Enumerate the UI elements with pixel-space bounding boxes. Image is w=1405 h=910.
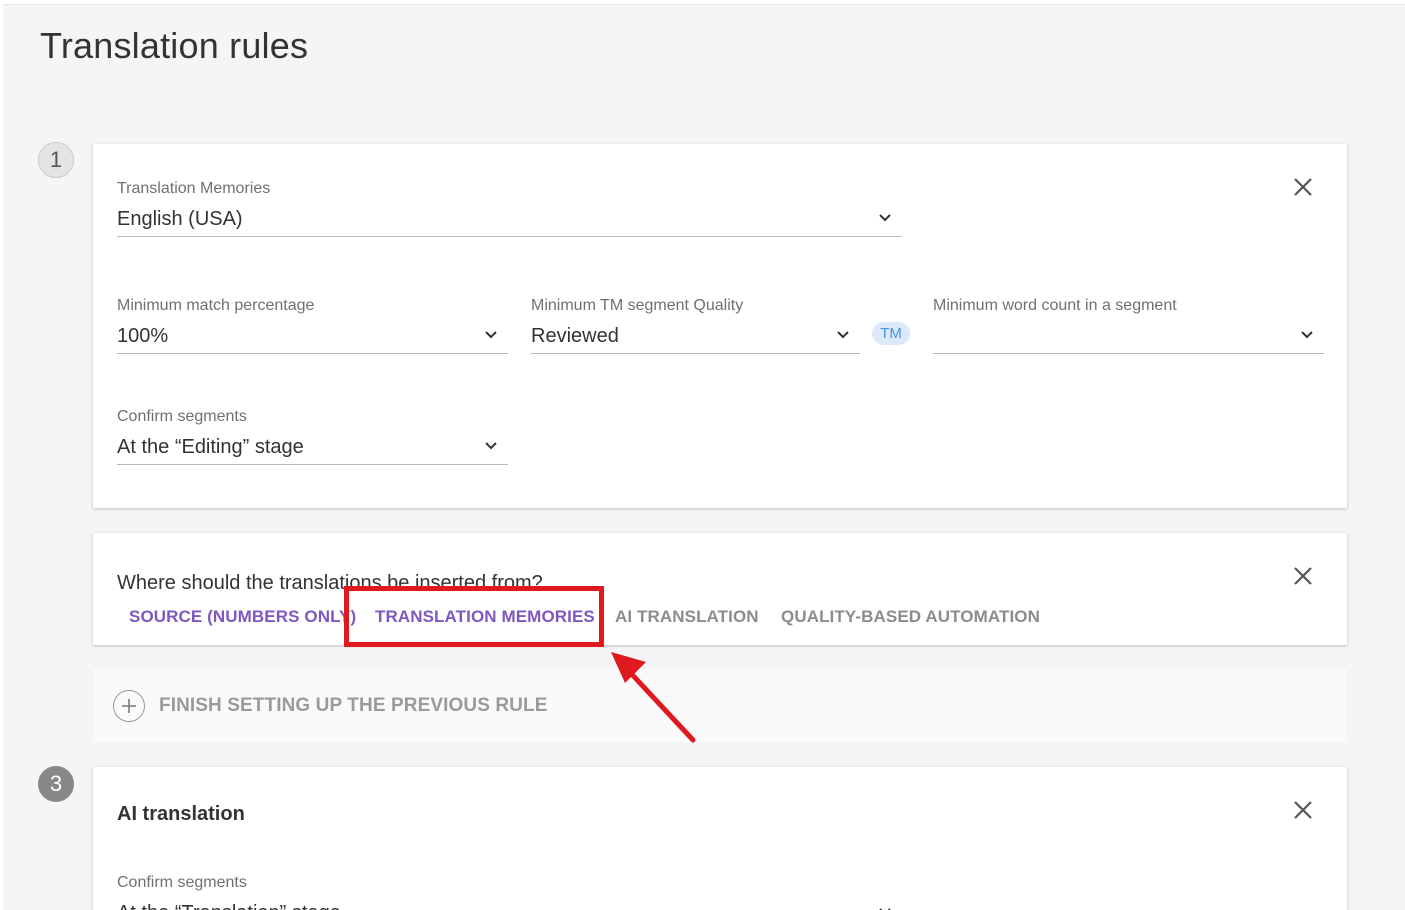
tab-source-numbers-only[interactable]: SOURCE (NUMBERS ONLY) xyxy=(129,607,356,627)
confirm-segments-value: At the “Editing” stage xyxy=(117,436,304,458)
translation-memories-label: Translation Memories xyxy=(117,180,271,197)
step-badge-3: 3 xyxy=(38,766,74,802)
tab-quality-based-automation[interactable]: QUALITY-BASED AUTOMATION xyxy=(781,607,1040,627)
close-icon[interactable] xyxy=(1290,797,1316,823)
min-quality-select[interactable]: Reviewed xyxy=(531,323,860,354)
min-quality-value: Reviewed xyxy=(531,325,619,347)
annotation-highlight-box xyxy=(344,586,604,647)
min-match-value: 100% xyxy=(117,325,169,347)
min-quality-field: Minimum TM segment Quality Reviewed xyxy=(531,296,860,354)
confirm-segments-select[interactable]: At the “Editing” stage xyxy=(117,434,508,465)
min-match-label: Minimum match percentage xyxy=(117,297,315,314)
plus-icon xyxy=(113,689,145,722)
rule-card-3: AI translation Confirm segments At the “… xyxy=(93,767,1347,910)
min-word-count-label: Minimum word count in a segment xyxy=(933,297,1177,314)
page-title: Translation rules xyxy=(40,25,309,66)
confirm-segments-field: Confirm segments At the “Editing” stage xyxy=(117,407,508,465)
translation-memories-field: Translation Memories English (USA) xyxy=(117,179,902,237)
close-icon[interactable] xyxy=(1290,563,1316,589)
min-match-field: Minimum match percentage 100% xyxy=(117,296,508,354)
chevron-down-icon xyxy=(1301,331,1313,339)
rule-card-1: Translation Memories English (USA) Minim… xyxy=(93,144,1347,508)
min-match-select[interactable]: 100% xyxy=(117,323,508,354)
ai-confirm-segments-field: Confirm segments At the “Translation” st… xyxy=(117,873,902,910)
chevron-down-icon xyxy=(485,331,497,339)
chevron-down-icon xyxy=(485,442,497,450)
min-word-count-field: Minimum word count in a segment xyxy=(933,296,1324,354)
translation-rules-page: Translation rules 1 Translation Memories… xyxy=(3,4,1405,910)
min-quality-label: Minimum TM segment Quality xyxy=(531,297,744,314)
ai-confirm-segments-label: Confirm segments xyxy=(117,874,247,891)
step-badge-1: 1 xyxy=(38,142,74,178)
rule-card-2: Where should the translations be inserte… xyxy=(93,533,1347,645)
rule-3-title: AI translation xyxy=(117,803,245,825)
min-word-count-select[interactable] xyxy=(933,323,1324,354)
chevron-down-icon xyxy=(837,331,849,339)
ai-confirm-segments-value: At the “Translation” stage xyxy=(117,900,341,910)
confirm-segments-label: Confirm segments xyxy=(117,408,247,425)
finish-previous-rule-label: FINISH SETTING UP THE PREVIOUS RULE xyxy=(159,694,548,716)
finish-previous-rule-button[interactable]: FINISH SETTING UP THE PREVIOUS RULE xyxy=(93,669,1347,742)
translation-memories-value: English (USA) xyxy=(117,208,243,230)
chevron-down-icon xyxy=(879,214,891,222)
tab-ai-translation[interactable]: AI TRANSLATION xyxy=(615,607,759,627)
tm-badge: TM xyxy=(872,322,910,345)
ai-confirm-segments-select[interactable]: At the “Translation” stage xyxy=(117,900,902,910)
translation-memories-select[interactable]: English (USA) xyxy=(117,206,902,237)
close-icon[interactable] xyxy=(1290,174,1316,200)
